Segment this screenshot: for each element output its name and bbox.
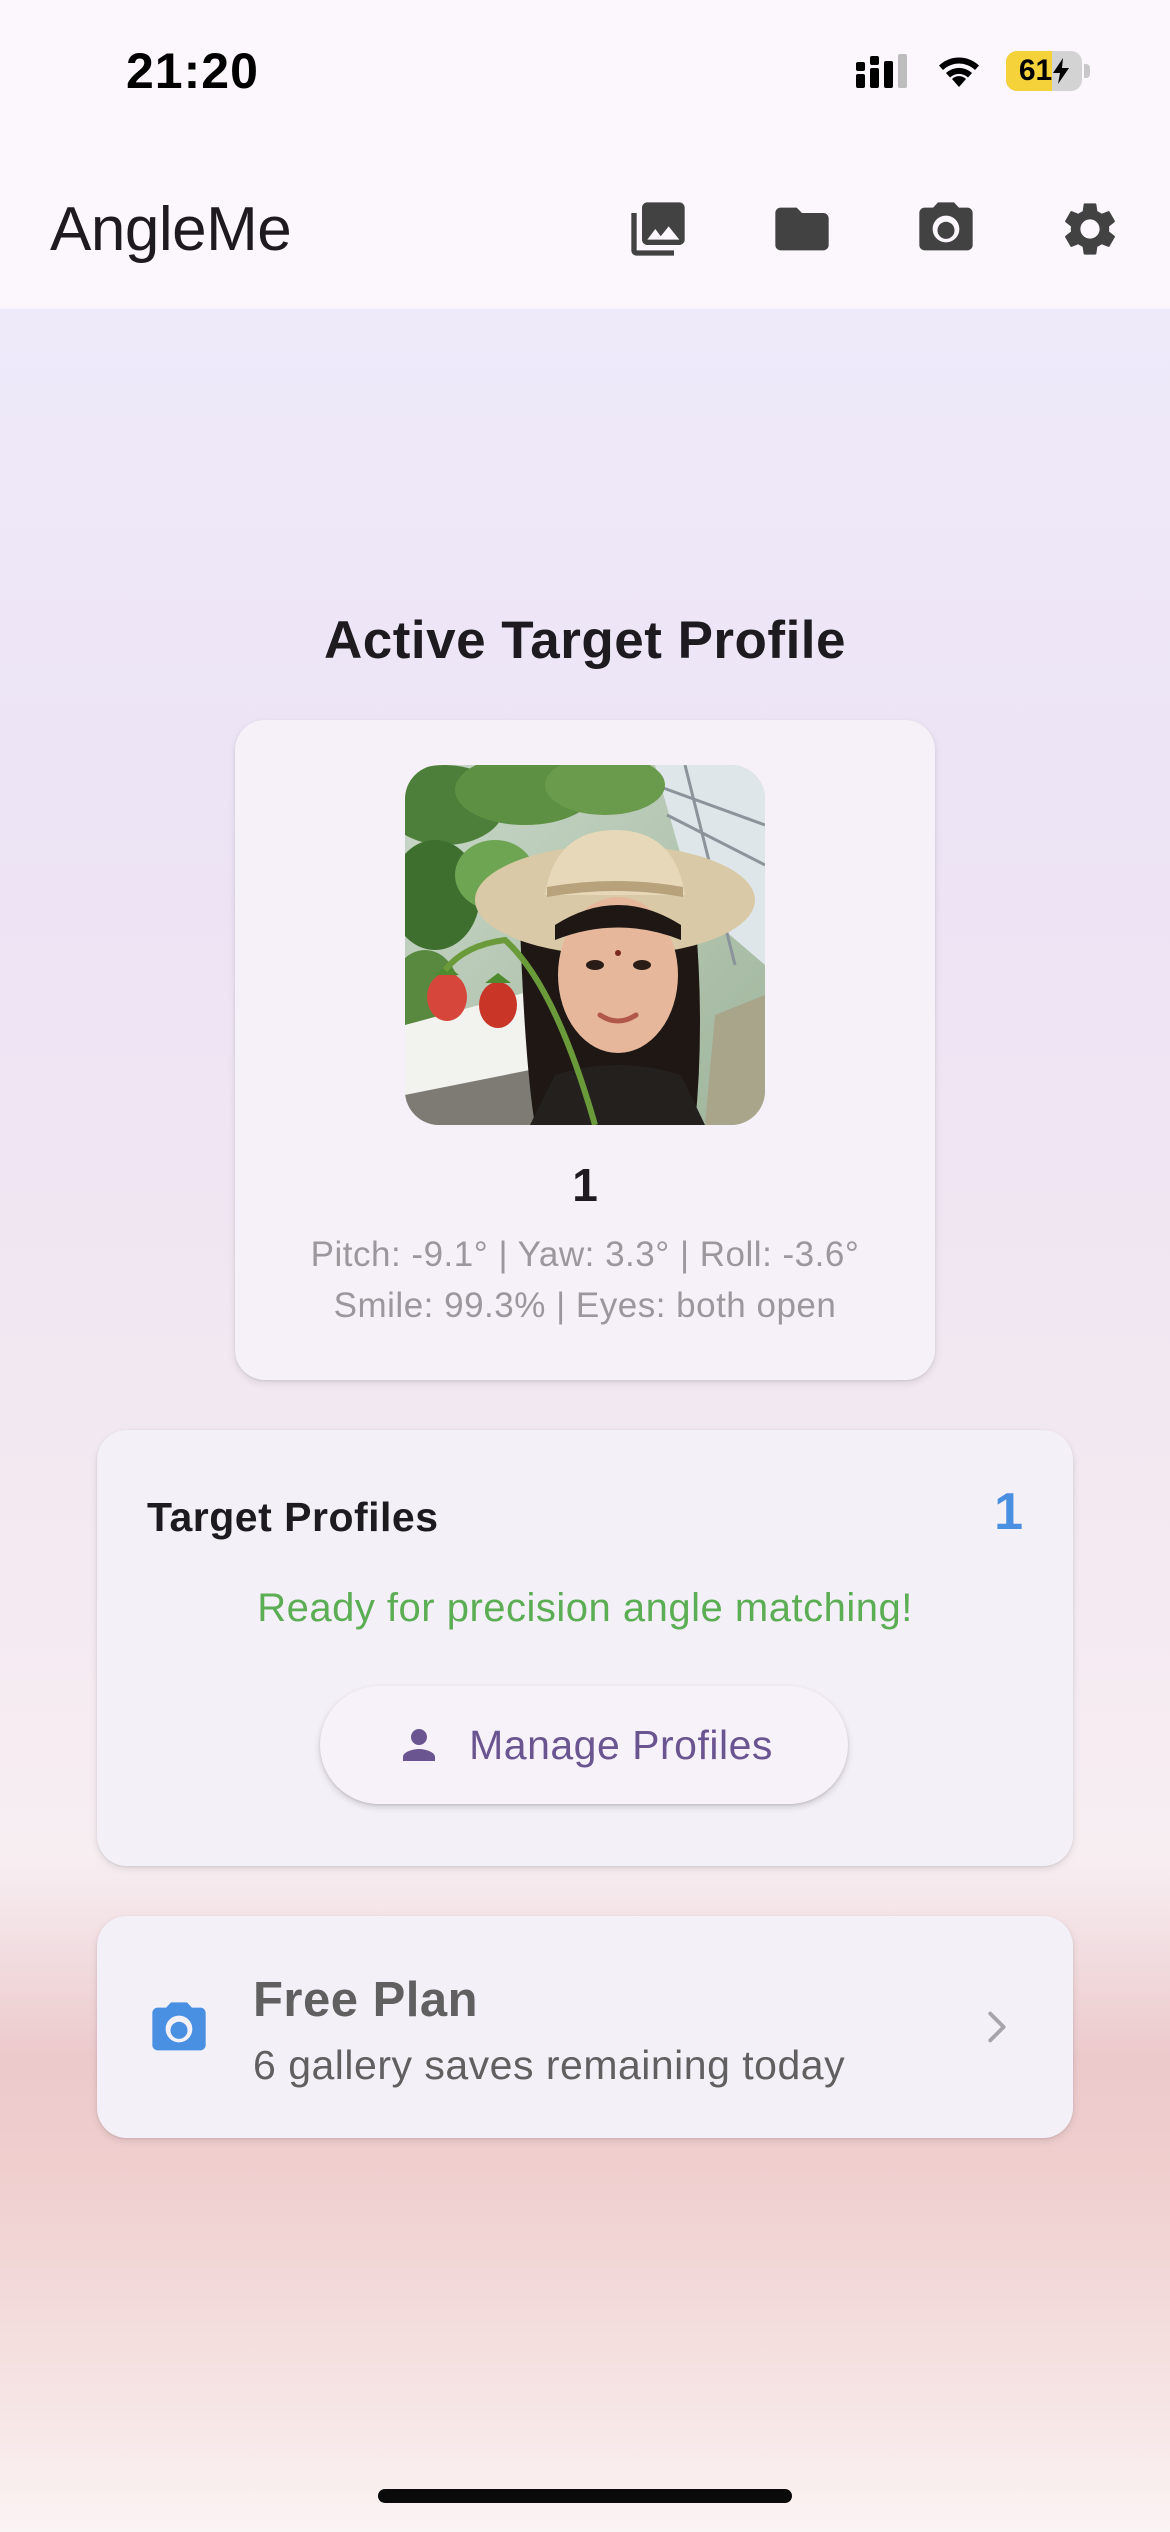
cellular-signal-icon bbox=[856, 54, 907, 88]
chevron-right-icon bbox=[988, 2011, 1006, 2043]
free-plan-card[interactable]: Free Plan 6 gallery saves remaining toda… bbox=[97, 1916, 1073, 2138]
charging-bolt-icon bbox=[1053, 58, 1070, 84]
section-heading: Active Target Profile bbox=[324, 611, 846, 670]
battery-percent: 61 bbox=[1018, 54, 1053, 87]
plan-subtitle: 6 gallery saves remaining today bbox=[253, 2042, 846, 2088]
battery-charging-icon: 61 bbox=[1006, 51, 1090, 91]
status-bar: 21:20 61 bbox=[0, 0, 1170, 150]
profile-photo bbox=[405, 765, 765, 1125]
app-title: AngleMe bbox=[50, 194, 292, 264]
camera-icon bbox=[152, 2002, 206, 2051]
gear-icon bbox=[1065, 203, 1115, 255]
manage-profiles-button[interactable]: Manage Profiles bbox=[320, 1686, 848, 1804]
profile-expression: Smile: 99.3% | Eyes: both open bbox=[333, 1286, 837, 1325]
settings-button[interactable] bbox=[1050, 189, 1130, 269]
app-actions bbox=[618, 189, 1130, 269]
camera-button[interactable] bbox=[906, 189, 986, 269]
camera-icon bbox=[919, 202, 973, 251]
home-indicator[interactable] bbox=[378, 2489, 792, 2503]
app-bar: AngleMe bbox=[0, 150, 1170, 308]
folder-button[interactable] bbox=[762, 189, 842, 269]
manage-profiles-label: Manage Profiles bbox=[469, 1721, 773, 1768]
status-time: 21:20 bbox=[126, 43, 259, 99]
wifi-icon bbox=[939, 57, 979, 87]
person-icon bbox=[403, 1729, 436, 1761]
target-profiles-title: Target Profiles bbox=[147, 1494, 439, 1540]
profile-photo-image bbox=[405, 765, 765, 1125]
battery-text: 61 bbox=[1006, 51, 1082, 91]
status-icons: 61 bbox=[854, 51, 1090, 91]
profile-name: 1 bbox=[572, 1159, 598, 1211]
target-profiles-card: Target Profiles 1 Ready for precision an… bbox=[97, 1430, 1073, 1866]
active-profile-card[interactable]: 1 Pitch: -9.1° | Yaw: 3.3° | Roll: -3.6°… bbox=[235, 720, 935, 1380]
battery-body: 61 bbox=[1006, 51, 1082, 91]
photo-library-icon bbox=[631, 202, 685, 256]
battery-tip bbox=[1084, 64, 1090, 78]
target-profiles-count: 1 bbox=[994, 1483, 1023, 1541]
gallery-button[interactable] bbox=[618, 189, 698, 269]
folder-icon bbox=[775, 207, 829, 251]
target-profiles-status: Ready for precision angle matching! bbox=[257, 1586, 913, 1630]
profile-angles: Pitch: -9.1° | Yaw: 3.3° | Roll: -3.6° bbox=[310, 1235, 860, 1274]
plan-title: Free Plan bbox=[253, 1973, 479, 2027]
